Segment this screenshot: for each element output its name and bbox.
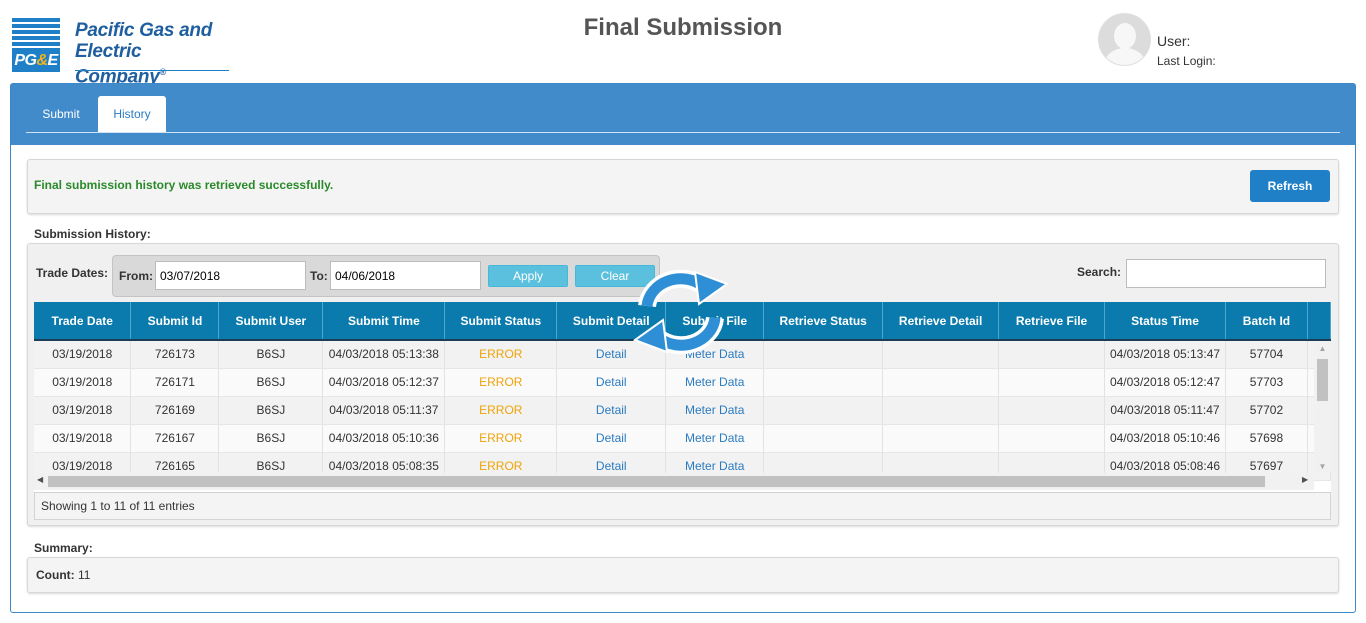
refresh-button[interactable]: Refresh: [1250, 170, 1330, 202]
user-avatar-icon[interactable]: [1098, 13, 1151, 66]
horizontal-scrollbar[interactable]: ◀ ▶: [34, 473, 1314, 490]
tab-history[interactable]: History: [98, 96, 166, 133]
retrieve-detail-cell: [882, 396, 1000, 425]
column-header[interactable]: Submit Time: [322, 302, 446, 341]
submit-time-cell: 04/03/2018 05:13:38: [322, 340, 446, 369]
to-date-input[interactable]: [330, 261, 481, 290]
submit-id-cell: 726171: [130, 368, 220, 397]
submit-detail-link[interactable]: Detail: [556, 368, 667, 397]
submit-id-cell: 726167: [130, 424, 220, 453]
retrieve-status-cell: [763, 396, 884, 425]
search-input[interactable]: [1126, 259, 1326, 288]
submit-user-cell: B6SJ: [218, 396, 324, 425]
column-header[interactable]: Submit User: [218, 302, 324, 341]
column-header[interactable]: Submit Status: [444, 302, 558, 341]
column-header[interactable]: Trade Date: [34, 302, 132, 341]
submit-id-cell: 726173: [130, 340, 220, 369]
submit-file-link[interactable]: Meter Data: [665, 368, 765, 397]
retrieve-status-cell: [763, 340, 884, 369]
count-value: 11: [78, 568, 91, 582]
submit-time-cell: 04/03/2018 05:12:37: [322, 368, 446, 397]
submit-status-cell: ERROR: [444, 424, 558, 453]
submit-id-cell: 726169: [130, 396, 220, 425]
submit-file-link[interactable]: Meter Data: [665, 396, 765, 425]
last-login-label: Last Login:: [1157, 54, 1216, 68]
from-label: From:: [119, 269, 153, 283]
to-label: To:: [310, 269, 328, 283]
retrieve-file-cell: [998, 424, 1105, 453]
status-time-cell: 04/03/2018 05:12:47: [1104, 368, 1226, 397]
table-row[interactable]: 03/19/2018 726167 B6SJ 04/03/2018 05:10:36 E…: [34, 424, 1331, 453]
status-time-cell: 04/03/2018 05:10:46: [1104, 424, 1226, 453]
date-filter-group: From: To: Apply Clear: [112, 255, 660, 297]
column-header[interactable]: Batch Id: [1225, 302, 1308, 341]
submission-history-label: Submission History:: [34, 227, 151, 241]
apply-button[interactable]: Apply: [488, 265, 568, 287]
trade-date-cell: 03/19/2018: [34, 424, 132, 453]
page-header: PG&E Pacific Gas and Electric Company® F…: [0, 0, 1366, 87]
status-time-cell: 04/03/2018 05:13:47: [1104, 340, 1226, 369]
submit-user-cell: B6SJ: [218, 340, 324, 369]
vertical-scrollbar[interactable]: ▲ ▼: [1314, 342, 1331, 473]
retrieve-file-cell: [998, 396, 1105, 425]
scroll-up-icon[interactable]: ▲: [1314, 344, 1331, 353]
submit-status-cell: ERROR: [444, 340, 558, 369]
scroll-left-icon[interactable]: ◀: [37, 475, 43, 484]
tab-bar: Submit History: [11, 84, 1355, 145]
search-label: Search:: [1077, 265, 1122, 279]
submit-status-cell: ERROR: [444, 368, 558, 397]
trade-date-cell: 03/19/2018: [34, 340, 132, 369]
trade-dates-label: Trade Dates:: [36, 266, 109, 280]
submit-user-cell: B6SJ: [218, 368, 324, 397]
retrieve-file-cell: [998, 368, 1105, 397]
retrieve-detail-cell: [882, 368, 1000, 397]
from-date-input[interactable]: [155, 261, 306, 290]
submit-time-cell: 04/03/2018 05:11:37: [322, 396, 446, 425]
column-header[interactable]: Retrieve Detail: [882, 302, 1000, 341]
retrieve-file-cell: [998, 340, 1105, 369]
column-header[interactable]: Retrieve Status: [763, 302, 884, 341]
submit-status-cell: ERROR: [444, 396, 558, 425]
column-header-filler: [1307, 302, 1331, 341]
tab-submit[interactable]: Submit: [26, 96, 96, 133]
user-label: User:: [1157, 33, 1191, 49]
refresh-spinner-icon: [633, 269, 729, 355]
table-info-text: Showing 1 to 11 of 11 entries: [34, 492, 1331, 520]
column-header[interactable]: Status Time: [1104, 302, 1226, 341]
status-time-cell: 04/03/2018 05:11:47: [1104, 396, 1226, 425]
column-header[interactable]: Submit Id: [130, 302, 220, 341]
submit-time-cell: 04/03/2018 05:10:36: [322, 424, 446, 453]
summary-label: Summary:: [34, 541, 93, 555]
submit-detail-link[interactable]: Detail: [556, 396, 667, 425]
scroll-right-icon[interactable]: ▶: [1302, 475, 1308, 484]
table-row[interactable]: 03/19/2018 726171 B6SJ 04/03/2018 05:12:37 E…: [34, 368, 1331, 397]
success-message: Final submission history was retrieved s…: [34, 178, 334, 192]
retrieve-detail-cell: [882, 424, 1000, 453]
batch-id-cell: 57704: [1225, 340, 1308, 369]
count-label: Count:: [36, 568, 75, 582]
status-message-panel: Final submission history was retrieved s…: [27, 159, 1339, 214]
batch-id-cell: 57702: [1225, 396, 1308, 425]
column-header[interactable]: Retrieve File: [998, 302, 1105, 341]
retrieve-detail-cell: [882, 340, 1000, 369]
submit-file-link[interactable]: Meter Data: [665, 424, 765, 453]
retrieve-status-cell: [763, 368, 884, 397]
scroll-down-icon[interactable]: ▼: [1314, 462, 1331, 471]
submit-user-cell: B6SJ: [218, 424, 324, 453]
submit-detail-link[interactable]: Detail: [556, 424, 667, 453]
batch-id-cell: 57703: [1225, 368, 1308, 397]
batch-id-cell: 57698: [1225, 424, 1308, 453]
summary-panel: Count: 11: [27, 557, 1339, 593]
trade-date-cell: 03/19/2018: [34, 368, 132, 397]
table-row[interactable]: 03/19/2018 726169 B6SJ 04/03/2018 05:11:37 E…: [34, 396, 1331, 425]
retrieve-status-cell: [763, 424, 884, 453]
trade-date-cell: 03/19/2018: [34, 396, 132, 425]
